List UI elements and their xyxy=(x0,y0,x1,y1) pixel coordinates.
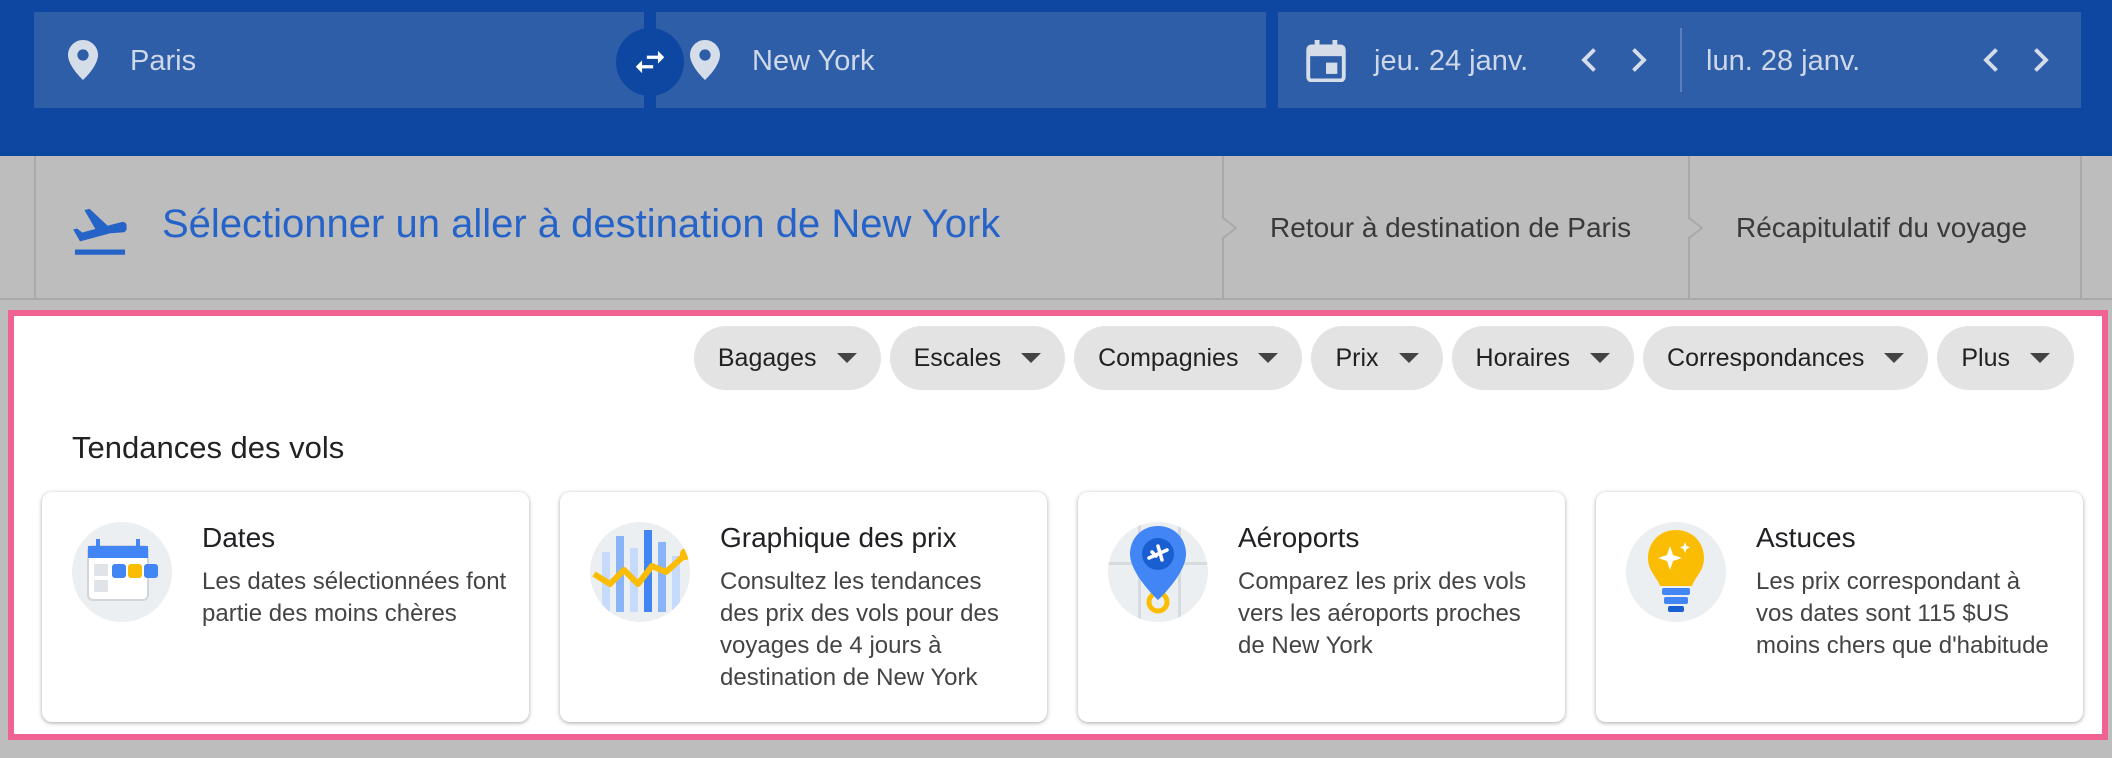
card-title: Astuces xyxy=(1756,522,1856,553)
card-description: Comparez les prix des vols vers les aéro… xyxy=(1238,568,1527,659)
trend-card-tips[interactable]: Astuces Les prix correspondant à vos dat… xyxy=(1596,492,2083,722)
step-return[interactable]: Retour à destination de Paris xyxy=(1270,212,1631,244)
chevron-left-icon[interactable] xyxy=(1572,42,1608,78)
card-title: Aéroports xyxy=(1238,522,1360,553)
trend-card-dates[interactable]: Dates Les dates sélectionnées font parti… xyxy=(42,492,529,722)
filter-chip-horaires[interactable]: Horaires xyxy=(1451,326,1635,390)
swap-arrows-icon xyxy=(635,50,665,74)
card-description: Les dates sélectionnées font partie des … xyxy=(202,568,507,627)
chip-label: Escales xyxy=(913,343,1002,372)
chevron-right-icon[interactable] xyxy=(1620,42,1656,78)
chevron-right-icon[interactable] xyxy=(2022,42,2058,78)
destination-field[interactable]: New York xyxy=(656,12,1266,108)
stepper-divider xyxy=(0,298,2112,300)
flight-takeoff-icon xyxy=(73,208,127,255)
lightbulb-icon xyxy=(1626,522,1726,622)
chip-label: Prix xyxy=(1335,343,1379,372)
origin-value: Paris xyxy=(130,45,197,77)
origin-field[interactable]: Paris xyxy=(34,12,644,108)
card-title: Dates xyxy=(202,522,276,553)
caret-down-icon xyxy=(1884,353,1905,363)
booking-stepper: Sélectionner un aller à destination de N… xyxy=(0,156,2112,300)
chip-label: Bagages xyxy=(717,343,817,372)
card-description: Les prix correspondant à vos dates sont … xyxy=(1756,568,2049,659)
step-summary[interactable]: Récapitulatif du voyage xyxy=(1736,212,2027,244)
results-panel: Bagages Escales Compagnies Prix Horaires… xyxy=(8,310,2108,740)
filter-chip-correspondances[interactable]: Correspondances xyxy=(1643,326,1929,390)
filter-chip-plus[interactable]: Plus xyxy=(1937,326,2074,390)
price-graph-icon xyxy=(590,522,690,622)
filter-chip-escales[interactable]: Escales xyxy=(889,326,1066,390)
return-date[interactable]: lun. 28 janv. xyxy=(1706,45,1860,78)
destination-value: New York xyxy=(752,45,875,77)
filter-chip-bagages[interactable]: Bagages xyxy=(693,326,881,390)
chip-label: Compagnies xyxy=(1098,343,1239,372)
calendar-icon xyxy=(1306,40,1346,82)
dates-field: jeu. 24 janv. lun. 28 janv. xyxy=(1278,12,2081,108)
filter-chip-compagnies[interactable]: Compagnies xyxy=(1074,326,1303,390)
depart-date[interactable]: jeu. 24 janv. xyxy=(1374,45,1528,78)
date-divider xyxy=(1680,28,1682,92)
chip-label: Correspondances xyxy=(1667,343,1865,372)
stepper-edge xyxy=(2080,156,2082,300)
chip-label: Plus xyxy=(1961,343,2010,372)
calendar-dates-icon xyxy=(72,522,172,622)
caret-down-icon xyxy=(1590,353,1611,363)
trend-card-price-graph[interactable]: Graphique des prix Consultez les tendanc… xyxy=(560,492,1047,722)
filter-chips: Bagages Escales Compagnies Prix Horaires… xyxy=(693,326,2074,390)
caret-down-icon xyxy=(1258,353,1279,363)
caret-down-icon xyxy=(1398,353,1419,363)
swap-button[interactable] xyxy=(616,28,684,96)
step-current-title: Sélectionner un aller à destination de N… xyxy=(162,202,1001,246)
caret-down-icon xyxy=(836,353,857,363)
search-bar: Paris New York jeu. 24 janv. lun. 28 jan… xyxy=(0,0,2112,156)
step-separator xyxy=(1688,156,1704,300)
location-pin-icon xyxy=(690,40,720,80)
caret-down-icon xyxy=(2030,353,2050,363)
step-current: Sélectionner un aller à destination de N… xyxy=(34,156,1224,300)
filter-chip-prix[interactable]: Prix xyxy=(1311,326,1443,390)
trend-card-airports[interactable]: Aéroports Comparez les prix des vols ver… xyxy=(1078,492,1565,722)
section-title: Tendances des vols xyxy=(72,430,345,465)
card-description: Consultez les tendances des prix des vol… xyxy=(720,568,999,691)
card-title: Graphique des prix xyxy=(720,522,957,553)
step-separator xyxy=(1222,156,1238,300)
airport-pin-icon xyxy=(1108,522,1208,622)
caret-down-icon xyxy=(1021,353,1042,363)
chevron-left-icon[interactable] xyxy=(1974,42,2010,78)
location-pin-icon xyxy=(68,40,98,80)
chip-label: Horaires xyxy=(1475,343,1571,372)
